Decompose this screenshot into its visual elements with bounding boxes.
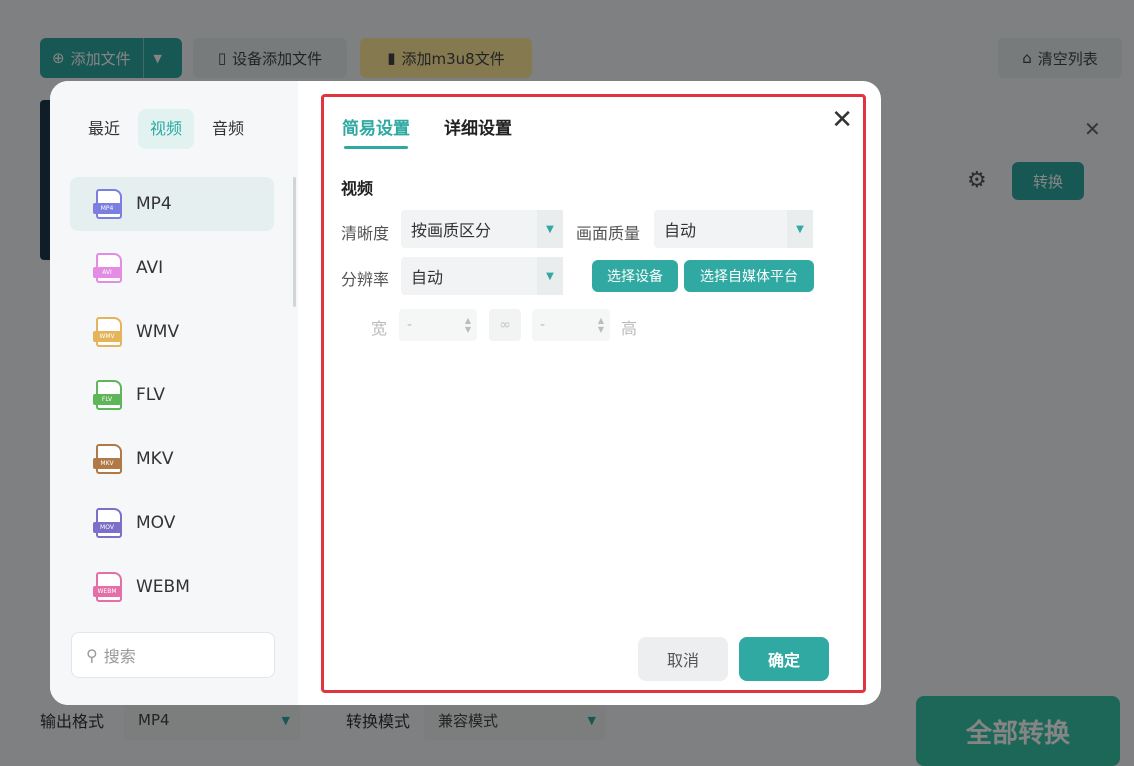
resolution-select[interactable]: 自动 ▼: [401, 257, 563, 295]
chevron-down-icon: ▼: [787, 210, 813, 248]
spinner-icon[interactable]: ▲ ▼: [598, 316, 604, 334]
format-label: MKV: [136, 449, 174, 470]
format-item-wmv[interactable]: WMV WMV: [70, 305, 274, 359]
select-platform-button[interactable]: 选择自媒体平台: [684, 260, 814, 292]
tab-simple-settings[interactable]: 简易设置: [342, 114, 410, 149]
clarity-select[interactable]: 按画质区分 ▼: [401, 210, 563, 248]
quality-label: 画面质量: [576, 224, 641, 243]
select-device-button[interactable]: 选择设备: [592, 260, 678, 292]
mp4-file-icon: MP4: [93, 189, 122, 219]
search-placeholder: 搜索: [103, 647, 136, 666]
clarity-label: 清晰度: [341, 224, 390, 243]
resolution-value: 自动: [411, 268, 444, 287]
format-sidebar: 最近 视频 音频 MP4 MP4 AVI AVI WMV WMV FLV FLV…: [50, 81, 298, 705]
height-label: 高: [621, 319, 638, 338]
tab-video[interactable]: 视频: [138, 109, 195, 149]
wmv-file-icon: WMV: [93, 316, 122, 347]
format-list-scrollbar[interactable]: [293, 177, 296, 307]
tab-detailed-settings[interactable]: 详细设置: [444, 114, 512, 145]
mov-file-icon: MOV: [93, 507, 122, 538]
video-section-title: 视频: [341, 179, 374, 198]
format-item-mp4[interactable]: MP4 MP4: [70, 177, 274, 231]
clarity-value: 按画质区分: [411, 221, 492, 240]
flv-file-icon: FLV: [93, 380, 122, 411]
format-label: MP4: [136, 194, 172, 214]
width-input[interactable]: - ▲ ▼: [399, 309, 477, 341]
format-item-mkv[interactable]: MKV MKV: [70, 432, 274, 486]
mkv-file-icon: MKV: [93, 444, 122, 475]
format-label: AVI: [136, 257, 164, 278]
format-label: FLV: [136, 385, 166, 406]
format-item-webm[interactable]: WEBM WEBM: [70, 560, 274, 614]
confirm-button[interactable]: 确定: [739, 637, 829, 681]
format-label: WEBM: [136, 576, 190, 597]
link-ratio-icon[interactable]: ∞: [489, 309, 521, 341]
width-value: -: [407, 317, 413, 333]
chevron-down-icon: ▼: [537, 210, 563, 248]
tab-recent[interactable]: 最近: [76, 109, 132, 149]
format-item-avi[interactable]: AVI AVI: [70, 241, 274, 295]
settings-panel: 简易设置 详细设置 ✕ 视频 清晰度 按画质区分 ▼ 画面质量 自动 ▼ 分辨率…: [321, 94, 866, 693]
tab-audio[interactable]: 音频: [200, 109, 256, 149]
webm-file-icon: WEBM: [93, 571, 122, 602]
resolution-label: 分辨率: [341, 270, 390, 289]
category-tabs: 最近 视频 音频: [76, 109, 256, 149]
quality-select[interactable]: 自动 ▼: [654, 210, 813, 248]
height-input[interactable]: - ▲ ▼: [532, 309, 610, 341]
cancel-button[interactable]: 取消: [638, 637, 728, 681]
height-value: -: [540, 317, 546, 333]
spinner-icon[interactable]: ▲ ▼: [465, 316, 471, 334]
close-icon[interactable]: ✕: [831, 107, 853, 133]
format-search-input[interactable]: ⚲ 搜索: [71, 632, 275, 678]
format-item-flv[interactable]: FLV FLV: [70, 368, 274, 422]
search-icon: ⚲: [86, 645, 98, 665]
chevron-down-icon: ▼: [537, 257, 563, 295]
avi-file-icon: AVI: [93, 252, 122, 283]
settings-tabs: 简易设置 详细设置: [342, 114, 512, 149]
format-label: WMV: [136, 321, 180, 342]
width-label: 宽: [371, 319, 388, 338]
format-item-mov[interactable]: MOV MOV: [70, 496, 274, 550]
format-list: MP4 MP4 AVI AVI WMV WMV FLV FLV MKV MKV …: [70, 177, 274, 624]
format-label: MOV: [136, 512, 176, 533]
format-dialog: 最近 视频 音频 MP4 MP4 AVI AVI WMV WMV FLV FLV…: [50, 81, 881, 705]
quality-value: 自动: [664, 221, 697, 240]
